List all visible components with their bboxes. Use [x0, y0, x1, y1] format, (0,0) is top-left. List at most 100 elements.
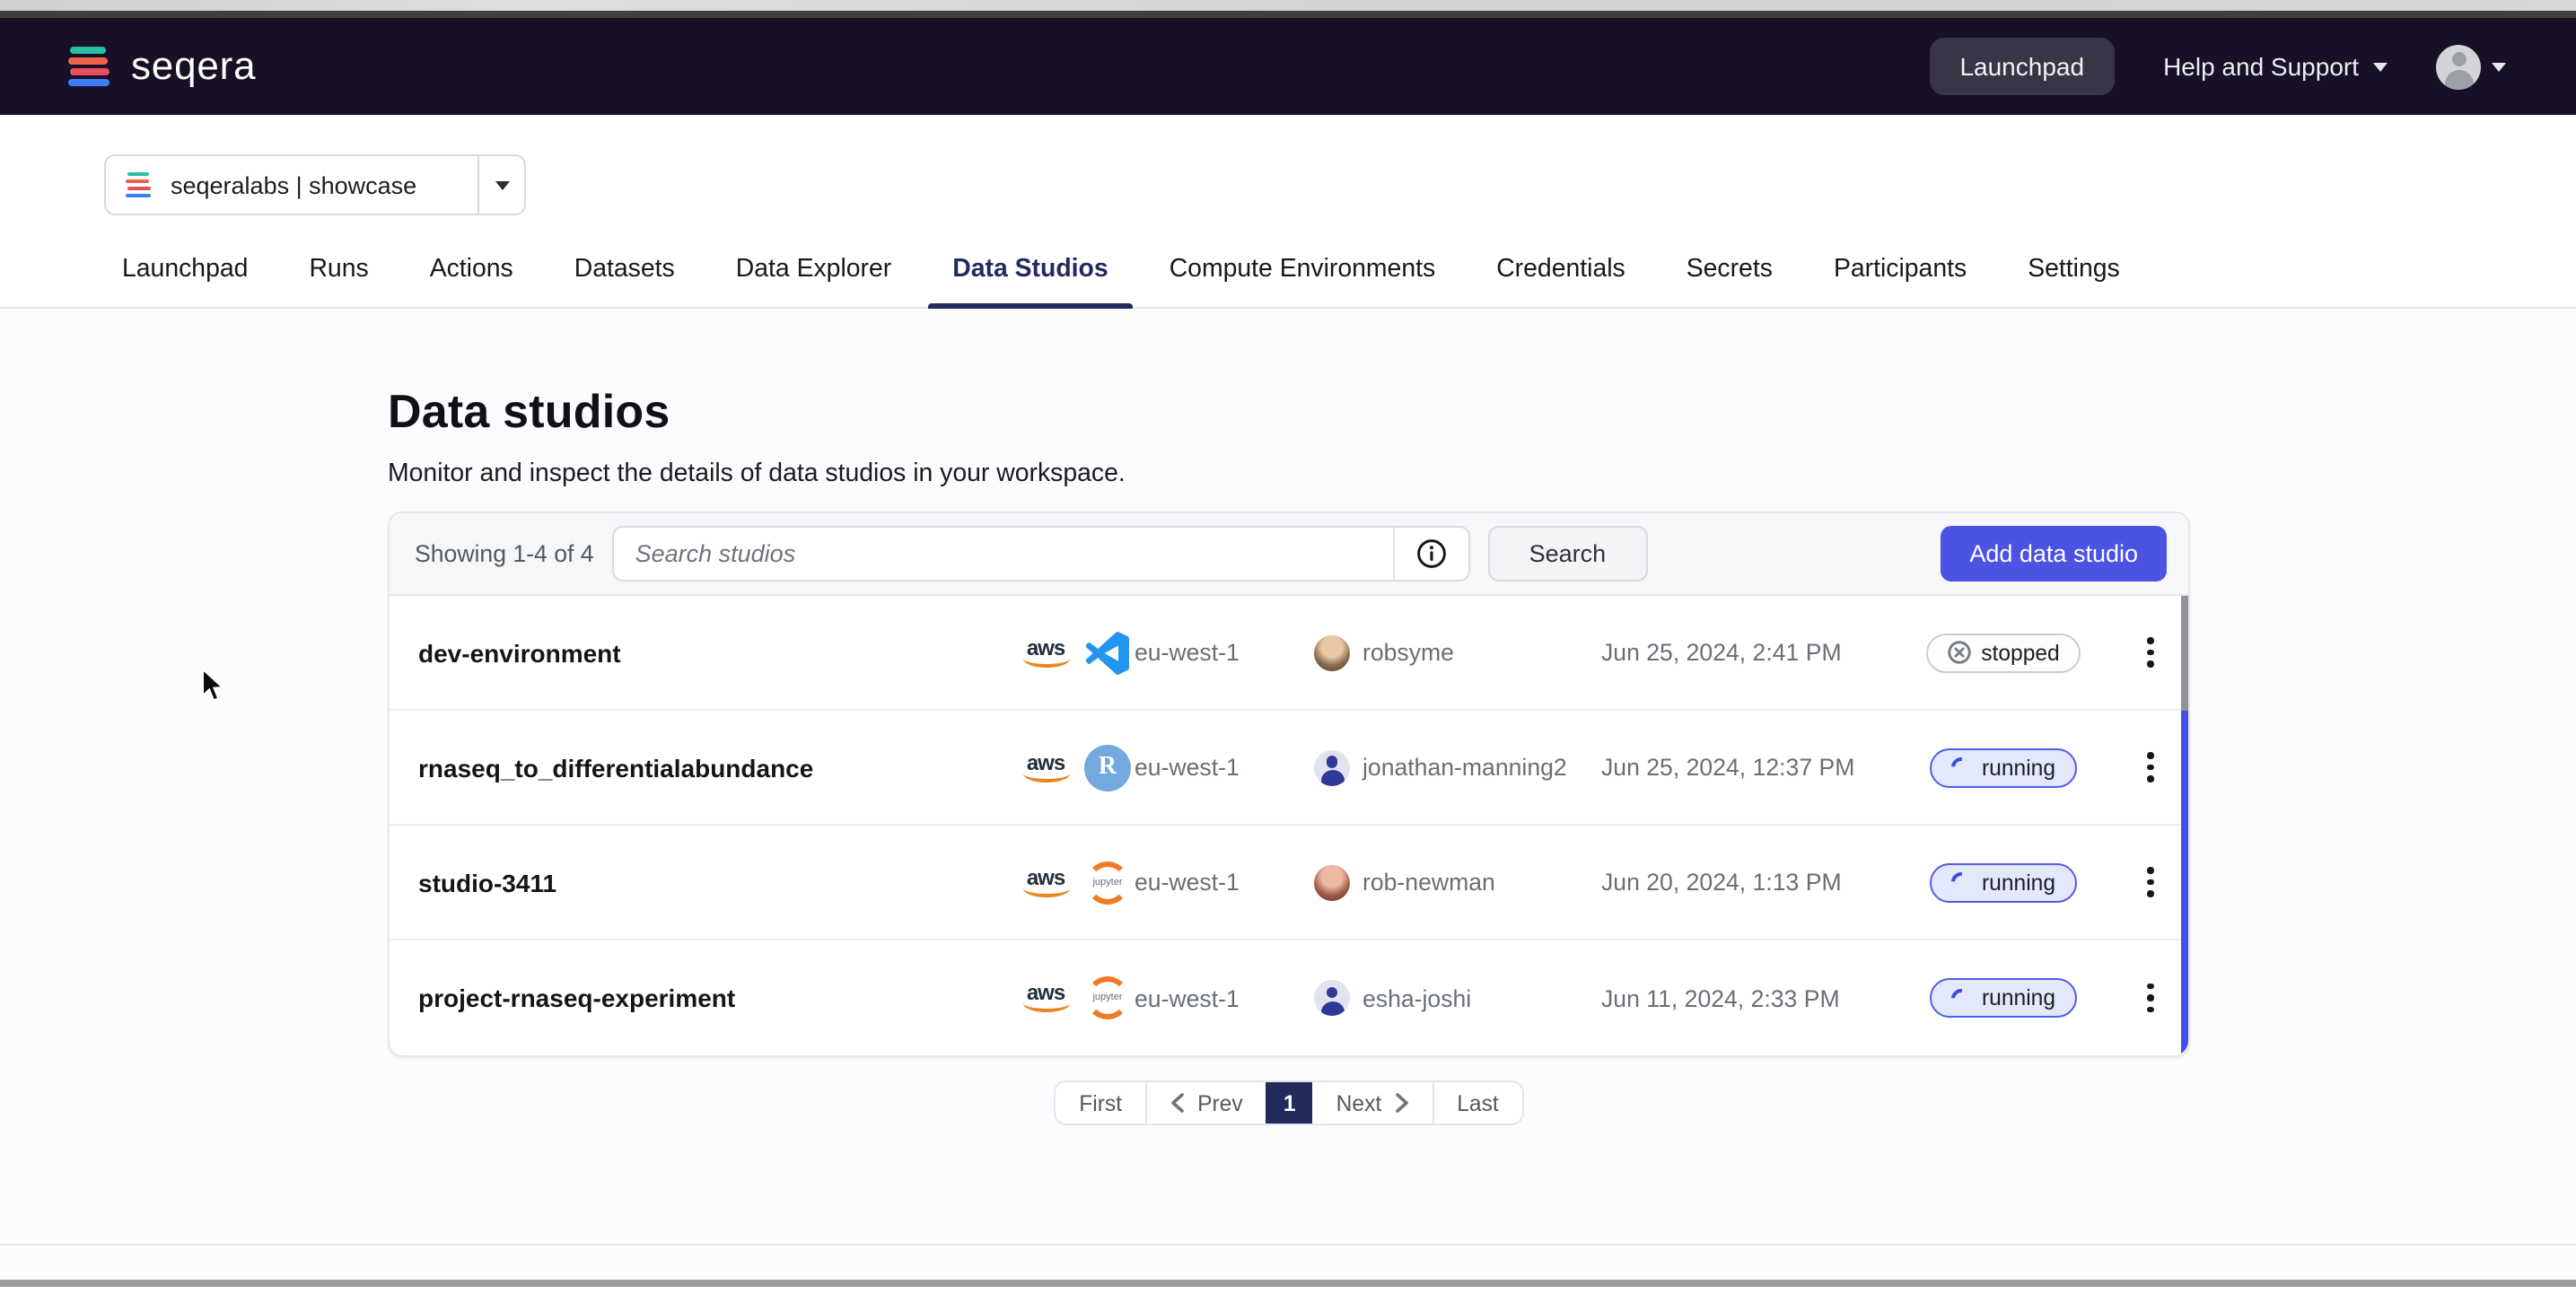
pagination-current-page[interactable]: 1	[1266, 1082, 1313, 1124]
app-icon: R jupyter	[1084, 859, 1131, 905]
workspace-selector-dropdown[interactable]	[478, 156, 524, 214]
window-chrome-line	[0, 10, 2576, 18]
studio-date: Jun 20, 2024, 1:13 PM	[1601, 869, 1906, 896]
add-data-studio-button[interactable]: Add data studio	[1941, 526, 2167, 582]
studio-region: eu-west-1	[1135, 754, 1314, 781]
showing-count: Showing 1-4 of 4	[415, 540, 594, 567]
status-badge-running: running	[1930, 862, 2077, 902]
user-name: jonathan-manning2	[1362, 754, 1567, 781]
workspace-tabs: Launchpad Runs Actions Datasets Data Explore…	[0, 239, 2576, 309]
pagination-last-button[interactable]: Last	[1432, 1082, 1522, 1124]
bottom-window-strip	[0, 1280, 2576, 1287]
search-input[interactable]	[614, 528, 1393, 580]
tab-launchpad[interactable]: Launchpad	[118, 239, 251, 307]
pagination-first-button[interactable]: First	[1056, 1082, 1147, 1124]
row-actions-kebab-menu[interactable]	[2148, 983, 2163, 1013]
user-avatar	[1314, 749, 1350, 785]
status-label: running	[1982, 870, 2055, 895]
studio-date: Jun 25, 2024, 2:41 PM	[1601, 639, 1906, 666]
chevron-down-icon	[495, 180, 509, 189]
studio-row[interactable]: rnaseq_to_differentialabundance aws R ju…	[390, 711, 2188, 826]
studio-region: eu-west-1	[1135, 639, 1314, 666]
rstudio-icon: R	[1084, 744, 1131, 791]
search-button[interactable]: Search	[1488, 526, 1648, 582]
aws-icon: aws	[1020, 753, 1072, 782]
studio-name: studio-3411	[418, 868, 1020, 896]
search-info-button[interactable]	[1393, 528, 1468, 580]
status-label: running	[1982, 985, 2055, 1010]
studios-toolbar: Showing 1-4 of 4 Search Add data studio	[390, 513, 2188, 596]
tab-data-explorer[interactable]: Data Explorer	[732, 239, 896, 307]
pagination: First Prev 1 Next Last	[1054, 1080, 1524, 1125]
jupyter-icon: jupyter	[1084, 975, 1131, 1021]
workspace-selector-label: seqeralabs | showcase	[171, 171, 416, 198]
launchpad-button[interactable]: Launchpad	[1929, 38, 2115, 95]
scrollbar-track-highlight[interactable]	[2180, 711, 2188, 1055]
stopped-x-circle-icon	[1947, 641, 1970, 664]
help-and-support-label: Help and Support	[2163, 52, 2359, 81]
studio-status-cell: stopped	[1906, 633, 2100, 672]
user-name: rob-newman	[1362, 869, 1495, 896]
seqera-org-icon	[126, 171, 153, 198]
aws-icon: aws	[1020, 868, 1072, 896]
tab-participants[interactable]: Participants	[1830, 239, 1970, 307]
studio-user: robsyme	[1314, 634, 1601, 670]
studio-region: eu-west-1	[1135, 869, 1314, 896]
seqera-logo[interactable]: seqera	[68, 43, 256, 90]
chevron-right-icon	[1394, 1093, 1408, 1113]
chevron-down-icon	[2492, 62, 2506, 71]
data-studios-card: Showing 1-4 of 4 Search Add data studio	[388, 512, 2190, 1057]
tab-datasets[interactable]: Datasets	[571, 239, 679, 307]
pagination-next-button[interactable]: Next	[1313, 1082, 1433, 1124]
seqera-logo-icon	[68, 46, 113, 87]
row-actions-kebab-menu[interactable]	[2148, 867, 2163, 897]
tab-secrets[interactable]: Secrets	[1683, 239, 1776, 307]
app-icon: R jupyter	[1084, 744, 1131, 791]
studio-name: rnaseq_to_differentialabundance	[418, 753, 1020, 782]
user-avatar-icon	[2436, 44, 2481, 89]
app-icon: R jupyter	[1084, 975, 1131, 1021]
footer-band	[0, 1244, 2576, 1280]
studio-env-icons: aws R jupyter	[1020, 629, 1135, 676]
row-actions-kebab-menu[interactable]	[2148, 752, 2163, 783]
user-avatar	[1314, 634, 1350, 670]
page-title: Data studios	[0, 309, 2576, 440]
help-and-support-menu[interactable]: Help and Support	[2163, 52, 2388, 81]
chevron-left-icon	[1170, 1093, 1185, 1113]
status-badge-stopped: stopped	[1925, 633, 2081, 672]
search-input-group	[612, 526, 1470, 582]
status-label: running	[1982, 755, 2055, 780]
window-chrome-strip	[0, 0, 2576, 10]
pagination-prev-button[interactable]: Prev	[1147, 1082, 1266, 1124]
user-avatar	[1314, 864, 1350, 900]
studio-row[interactable]: dev-environment aws R jupyter eu-west-1 …	[390, 596, 2188, 711]
scrollbar-thumb[interactable]	[2180, 596, 2188, 711]
spinner-icon	[1947, 754, 1975, 782]
studio-name: dev-environment	[418, 638, 1020, 667]
studio-date: Jun 11, 2024, 2:33 PM	[1601, 984, 1906, 1011]
studio-row[interactable]: project-rnaseq-experiment aws R jupyter …	[390, 940, 2188, 1055]
seqera-wordmark: seqera	[131, 43, 256, 90]
workspace-selector[interactable]: seqeralabs | showcase	[104, 154, 526, 215]
studio-name: project-rnaseq-experiment	[418, 984, 1020, 1012]
pagination-prev-label: Prev	[1197, 1090, 1243, 1115]
tab-actions[interactable]: Actions	[426, 239, 517, 307]
studio-row[interactable]: studio-3411 aws R jupyter eu-west-1 rob-…	[390, 826, 2188, 940]
tab-credentials[interactable]: Credentials	[1493, 239, 1629, 307]
studio-user: rob-newman	[1314, 864, 1601, 900]
main-content: Data studios Monitor and inspect the det…	[0, 309, 2576, 1244]
row-actions-kebab-menu[interactable]	[2148, 637, 2163, 668]
spinner-icon	[1947, 869, 1975, 896]
pagination-first-label: First	[1079, 1090, 1122, 1115]
user-menu[interactable]	[2436, 44, 2506, 89]
tab-compute-environments[interactable]: Compute Environments	[1166, 239, 1440, 307]
chevron-down-icon	[2373, 62, 2388, 71]
tab-runs[interactable]: Runs	[305, 239, 372, 307]
tab-settings[interactable]: Settings	[2024, 239, 2124, 307]
aws-icon: aws	[1020, 984, 1072, 1012]
tab-data-studios[interactable]: Data Studios	[949, 239, 1111, 307]
studio-status-cell: running	[1906, 748, 2100, 787]
workspace-bar: seqeralabs | showcase	[0, 115, 2576, 215]
top-navbar: seqera Launchpad Help and Support	[0, 18, 2576, 115]
studio-user: esha-joshi	[1314, 980, 1601, 1016]
